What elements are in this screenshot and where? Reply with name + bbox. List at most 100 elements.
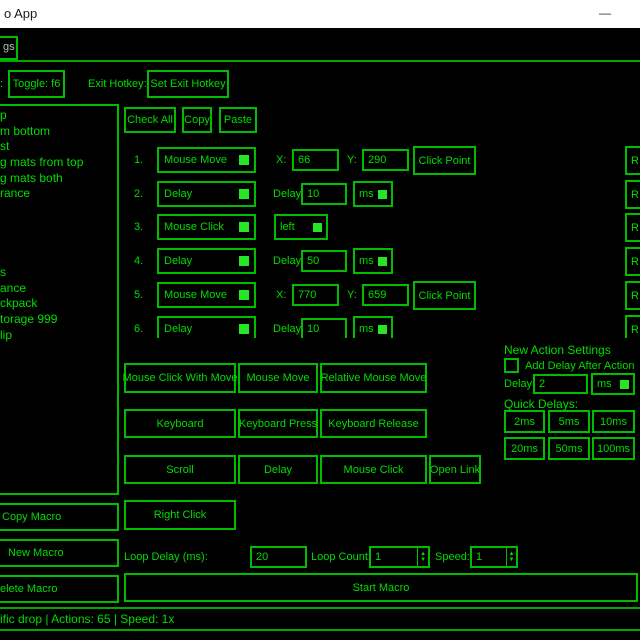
- y-input[interactable]: [362, 284, 409, 306]
- delete-macro-button[interactable]: elete Macro: [0, 575, 119, 603]
- start-macro-button[interactable]: Start Macro: [124, 573, 638, 602]
- macro-list-item[interactable]: g mats from top: [0, 155, 83, 171]
- action-type-dropdown[interactable]: Delay: [157, 316, 256, 338]
- exit-hotkey-label: Exit Hotkey:: [88, 78, 147, 90]
- action-type-dropdown[interactable]: Mouse Move: [157, 282, 256, 308]
- click-point-button[interactable]: Click Point: [413, 281, 476, 310]
- delay-input[interactable]: [301, 250, 347, 272]
- add-relative-mouse-move-button[interactable]: Relative Mouse Move: [320, 363, 427, 393]
- macro-list-item[interactable]: rance: [0, 186, 83, 202]
- set-exit-hotkey-button[interactable]: Set Exit Hotkey: [147, 70, 229, 98]
- quick-delay-100ms-button[interactable]: 100ms: [592, 437, 635, 460]
- add-open-link-button[interactable]: Open Link: [429, 455, 481, 484]
- copy-macro-button[interactable]: Copy Macro: [0, 503, 119, 531]
- action-row: 6. Delay Delay ms: [124, 315, 624, 338]
- delay-unit-dropdown[interactable]: ms: [353, 181, 393, 207]
- loop-delay-label: Loop Delay (ms):: [124, 551, 208, 563]
- delay-unit-dropdown[interactable]: ms: [353, 248, 393, 274]
- macro-list-item[interactable]: [0, 234, 83, 250]
- check-all-button[interactable]: Check All: [124, 107, 176, 133]
- remove-action-button[interactable]: R: [625, 315, 640, 338]
- action-list: 1. Mouse Move X: Y: Click Point 2. Delay…: [124, 140, 624, 338]
- delay-input[interactable]: [301, 318, 347, 338]
- speed-input[interactable]: [472, 548, 506, 566]
- stepper-down-icon[interactable]: ▼: [420, 557, 426, 563]
- x-input[interactable]: [292, 149, 339, 171]
- macro-list-item[interactable]: lip: [0, 328, 83, 344]
- add-mouse-click-button[interactable]: Mouse Click: [320, 455, 427, 484]
- remove-label: R: [631, 256, 639, 268]
- quick-delay-2ms-button[interactable]: 2ms: [504, 410, 545, 433]
- macro-list-item[interactable]: [0, 218, 83, 234]
- add-delay-after-action-checkbox[interactable]: [504, 358, 519, 373]
- remove-action-button[interactable]: R: [625, 247, 640, 276]
- mouse-button-dropdown[interactable]: left: [274, 214, 328, 240]
- action-row: 1. Mouse Move X: Y: Click Point: [124, 146, 624, 176]
- delay-label: Delay: [273, 188, 301, 200]
- macro-list-item[interactable]: g mats both: [0, 171, 83, 187]
- delay-unit-dropdown[interactable]: ms: [353, 316, 393, 338]
- macro-list-item[interactable]: [0, 202, 83, 218]
- button-label: Delay: [264, 464, 292, 476]
- macro-list-item[interactable]: [0, 249, 83, 265]
- add-keyboard-press-button[interactable]: Keyboard Press: [238, 409, 318, 438]
- y-input[interactable]: [362, 149, 409, 171]
- y-label: Y:: [347, 154, 357, 166]
- action-type-dropdown[interactable]: Mouse Move: [157, 147, 256, 173]
- quick-delay-50ms-button[interactable]: 50ms: [548, 437, 590, 460]
- add-mouse-click-with-move-button[interactable]: Mouse Click With Move: [124, 363, 236, 393]
- macro-list-item[interactable]: ance: [0, 281, 83, 297]
- paste-button[interactable]: Paste: [219, 107, 257, 133]
- quick-delay-5ms-button[interactable]: 5ms: [548, 410, 590, 433]
- loop-count-label: Loop Count:: [311, 551, 371, 563]
- loop-count-input[interactable]: [371, 548, 417, 566]
- stepper-down-icon[interactable]: ▼: [509, 557, 515, 563]
- macro-list-item[interactable]: ckpack: [0, 296, 83, 312]
- toggle-hotkey-label: :: [0, 78, 3, 90]
- delay-input[interactable]: [301, 183, 347, 205]
- loop-count-stepper[interactable]: ▲ ▼: [369, 546, 430, 568]
- dropdown-indicator-icon: [378, 325, 387, 334]
- remove-action-button[interactable]: R: [625, 146, 640, 175]
- delay-unit-value: ms: [355, 255, 378, 267]
- new-macro-label: New Macro: [8, 547, 64, 559]
- copy-label: Copy: [184, 114, 210, 126]
- remove-action-button[interactable]: R: [625, 180, 640, 209]
- remove-action-button[interactable]: R: [625, 281, 640, 310]
- speed-stepper[interactable]: ▲ ▼: [470, 546, 518, 568]
- quick-delay-10ms-button[interactable]: 10ms: [592, 410, 635, 433]
- copy-button[interactable]: Copy: [182, 107, 212, 133]
- action-type-dropdown[interactable]: Mouse Click: [157, 214, 256, 240]
- remove-action-button[interactable]: R: [625, 213, 640, 242]
- macro-list-item[interactable]: s: [0, 265, 83, 281]
- add-scroll-button[interactable]: Scroll: [124, 455, 236, 484]
- tab-active[interactable]: gs: [0, 36, 18, 60]
- add-keyboard-button[interactable]: Keyboard: [124, 409, 236, 438]
- action-type-dropdown[interactable]: Delay: [157, 181, 256, 207]
- macro-list-item[interactable]: m bottom: [0, 124, 83, 140]
- add-right-click-button[interactable]: Right Click: [124, 500, 236, 530]
- minimize-button[interactable]: —: [590, 0, 620, 26]
- status-bar-text: ific drop | Actions: 65 | Speed: 1x: [0, 612, 174, 626]
- settings-delay-unit-dropdown[interactable]: ms: [591, 373, 635, 395]
- quick-delay-20ms-button[interactable]: 20ms: [504, 437, 545, 460]
- macro-list-item[interactable]: torage 999: [0, 312, 83, 328]
- macro-list-item[interactable]: st: [0, 139, 83, 155]
- macro-list-item[interactable]: p: [0, 108, 83, 124]
- stepper-arrows: ▲ ▼: [417, 548, 428, 566]
- toggle-hotkey-button[interactable]: Toggle: f6: [8, 70, 65, 98]
- action-type-dropdown[interactable]: Delay: [157, 248, 256, 274]
- action-type-value: Mouse Move: [159, 154, 239, 166]
- add-delay-button[interactable]: Delay: [238, 455, 318, 484]
- delete-macro-label: elete Macro: [0, 583, 57, 595]
- add-mouse-move-button[interactable]: Mouse Move: [238, 363, 318, 393]
- loop-delay-input[interactable]: [250, 546, 307, 568]
- macro-listbox[interactable]: p m bottom st g mats from top g mats bot…: [0, 104, 119, 495]
- new-macro-button[interactable]: New Macro: [0, 539, 119, 567]
- click-point-button[interactable]: Click Point: [413, 146, 476, 175]
- settings-delay-input[interactable]: [533, 374, 588, 394]
- title-bar: o App —: [0, 0, 640, 28]
- x-input[interactable]: [292, 284, 339, 306]
- add-keyboard-release-button[interactable]: Keyboard Release: [320, 409, 427, 438]
- action-type-value: Delay: [159, 255, 239, 267]
